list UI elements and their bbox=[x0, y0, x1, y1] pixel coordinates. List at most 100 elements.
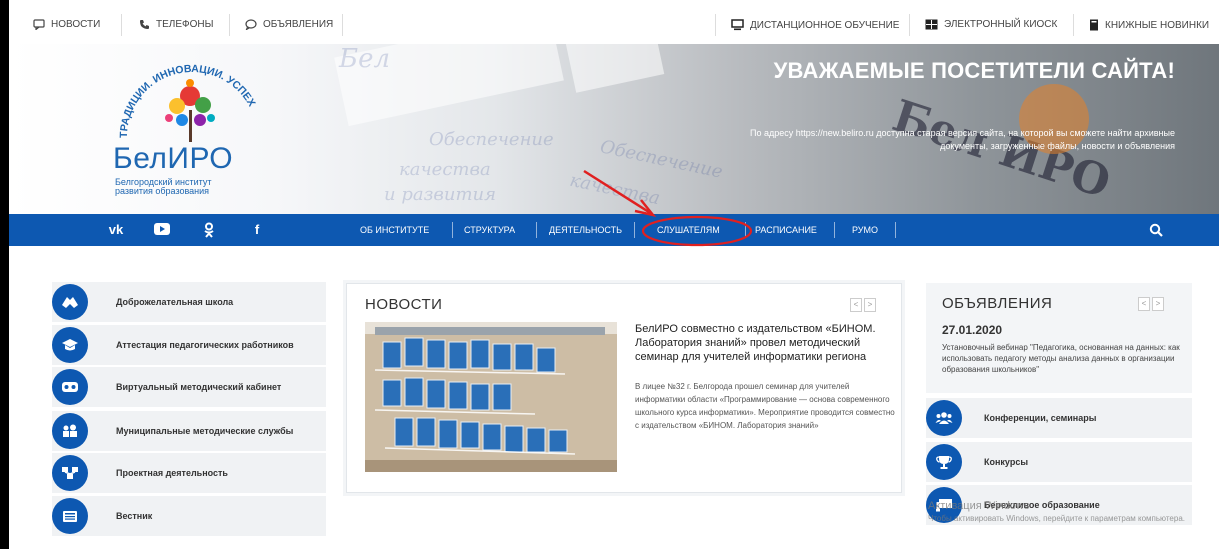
divider bbox=[229, 14, 230, 36]
right-link-contests[interactable]: Конкурсы bbox=[926, 442, 1192, 482]
topbar-distance-learning-link[interactable]: Дистанционное обучение bbox=[731, 19, 899, 31]
page: Новости Телефоны Объявления Дистанционно… bbox=[0, 0, 1219, 549]
odnoklassniki-icon[interactable] bbox=[200, 222, 218, 238]
hero-decoration: качества bbox=[567, 169, 662, 210]
group-icon bbox=[926, 400, 962, 436]
watermark-line2: Чтобы активировать Windows, перейдите к … bbox=[928, 514, 1185, 523]
news-image[interactable] bbox=[365, 322, 617, 472]
news-headline[interactable]: БелИРО совместно с издательством «БИНОМ.… bbox=[635, 322, 897, 364]
windows-activation-watermark: Активация Windows Чтобы активировать Win… bbox=[928, 500, 1198, 524]
announcement-date: 27.01.2020 bbox=[942, 323, 1003, 337]
sidebar-item-label: Муниципальные методические службы bbox=[116, 426, 294, 436]
topbar-distance-learning-label: Дистанционное обучение bbox=[750, 19, 900, 31]
network-icon bbox=[52, 455, 88, 491]
sidebar-item-label: Проектная деятельность bbox=[116, 468, 228, 478]
book-icon bbox=[1090, 19, 1098, 31]
divider bbox=[342, 14, 343, 36]
grid-icon bbox=[925, 19, 938, 30]
speech-icon bbox=[245, 19, 257, 30]
divider bbox=[834, 222, 835, 238]
screen-edge-bar bbox=[0, 0, 9, 549]
topbar-books-link[interactable]: Книжные новинки bbox=[1089, 19, 1209, 31]
sidebar-item-label: Виртуальный методический кабинет bbox=[116, 382, 282, 392]
news-next-button[interactable]: > bbox=[864, 298, 876, 312]
topbar-announcements-label: Объявления bbox=[263, 19, 334, 30]
topbar-books-label: Книжные новинки bbox=[1105, 19, 1210, 31]
topbar-announcements-link[interactable]: Объявления bbox=[245, 19, 333, 30]
hero-banner: Бел Обеспечение качества и развития Обес… bbox=[9, 44, 1219, 214]
logo-subtitle-line2: развития образования bbox=[115, 186, 210, 196]
topbar-phones-label: Телефоны bbox=[156, 19, 214, 30]
monitor-icon bbox=[731, 19, 744, 31]
hero-book-shape bbox=[563, 44, 665, 93]
news-prev-button[interactable]: < bbox=[850, 298, 862, 312]
main-nav: vk f Об институте Структура Деятельность… bbox=[9, 214, 1219, 246]
trophy-icon bbox=[926, 444, 962, 480]
divider bbox=[909, 14, 910, 36]
people-icon bbox=[52, 413, 88, 449]
announcements-pager: < > bbox=[1138, 297, 1164, 311]
right-link-label: Конкурсы bbox=[984, 457, 1029, 467]
vr-glasses-icon bbox=[52, 369, 88, 405]
logo-tree-icon: ТРАДИЦИИ. ИННОВАЦИИ. УСПЕХ bbox=[118, 63, 258, 142]
divider bbox=[452, 222, 453, 238]
announcement-text[interactable]: Установочный вебинар "Педагогика, основа… bbox=[942, 342, 1182, 375]
logo-name: БелИРО bbox=[113, 142, 234, 175]
sidebar-item-attestation[interactable]: Аттестация педагогических работников bbox=[52, 325, 326, 365]
phone-icon bbox=[140, 20, 149, 29]
nav-about[interactable]: Об институте bbox=[360, 225, 429, 235]
hero-title: Уважаемые посетители сайта! bbox=[773, 58, 1175, 83]
topbar-kiosk-link[interactable]: Электронный киоск bbox=[925, 19, 1057, 30]
announcements-prev-button[interactable]: < bbox=[1138, 297, 1150, 311]
nav-rumo[interactable]: РУМО bbox=[852, 225, 878, 235]
news-pager: < > bbox=[850, 298, 876, 312]
sidebar-item-label: Аттестация педагогических работников bbox=[116, 340, 294, 350]
facebook-icon[interactable]: f bbox=[248, 222, 266, 238]
nav-activity[interactable]: Деятельность bbox=[549, 225, 622, 235]
news-title: Новости bbox=[365, 296, 443, 313]
divider bbox=[715, 14, 716, 36]
logo-subtitle: Белгородский институт развития образован… bbox=[115, 178, 275, 196]
nav-listeners[interactable]: Слушателям bbox=[657, 225, 720, 235]
watermark-line1: Активация Windows bbox=[928, 500, 1030, 512]
sidebar-item-municipal-services[interactable]: Муниципальные методические службы bbox=[52, 411, 326, 451]
news-panel: Новости < > bbox=[346, 283, 902, 493]
hero-text: По адресу https://new.beliro.ru доступна… bbox=[750, 128, 1175, 151]
chat-bubble-icon bbox=[33, 19, 45, 30]
news-body: В лицее №32 г. Белгорода прошел семинар … bbox=[635, 382, 895, 430]
announcements-title: Объявления bbox=[942, 295, 1053, 312]
announcements-next-button[interactable]: > bbox=[1152, 297, 1164, 311]
right-link-conferences[interactable]: Конференции, семинары bbox=[926, 398, 1192, 438]
vk-icon[interactable]: vk bbox=[107, 222, 125, 238]
divider bbox=[1073, 14, 1074, 36]
sidebar-item-virtual-cabinet[interactable]: Виртуальный методический кабинет bbox=[52, 367, 326, 407]
handshake-icon bbox=[52, 284, 88, 320]
right-link-label: Конференции, семинары bbox=[984, 413, 1097, 423]
news-photo bbox=[365, 322, 617, 472]
hero-decoration: Обеспечение bbox=[429, 129, 554, 150]
announcements-panel: Объявления < > 27.01.2020 Установочный в… bbox=[926, 283, 1192, 393]
sidebar-item-label: Вестник bbox=[116, 511, 153, 521]
topbar-news-label: Новости bbox=[51, 19, 101, 30]
topbar-phones-link[interactable]: Телефоны bbox=[139, 19, 213, 30]
search-icon[interactable] bbox=[1149, 223, 1163, 237]
sidebar-item-label: Доброжелательная школа bbox=[116, 297, 234, 307]
divider bbox=[895, 222, 896, 238]
sidebar-item-bulletin[interactable]: Вестник bbox=[52, 496, 326, 536]
sidebar-item-friendly-school[interactable]: Доброжелательная школа bbox=[52, 282, 326, 322]
newspaper-icon bbox=[52, 498, 88, 534]
topbar-kiosk-label: Электронный киоск bbox=[944, 19, 1058, 30]
hero-decoration: качества bbox=[399, 159, 491, 180]
graduation-cap-icon bbox=[52, 327, 88, 363]
top-bar: Новости Телефоны Объявления Дистанционно… bbox=[9, 0, 1219, 48]
hero-decoration: Бел bbox=[339, 44, 391, 74]
divider bbox=[634, 222, 635, 238]
divider bbox=[121, 14, 122, 36]
nav-schedule[interactable]: Расписание bbox=[755, 225, 817, 235]
logo[interactable]: ТРАДИЦИИ. ИННОВАЦИИ. УСПЕХ БелИРО Белгор… bbox=[109, 58, 274, 208]
hero-decoration: и развития bbox=[384, 184, 497, 205]
nav-structure[interactable]: Структура bbox=[464, 225, 515, 235]
topbar-news-link[interactable]: Новости bbox=[33, 19, 100, 30]
sidebar-item-projects[interactable]: Проектная деятельность bbox=[52, 453, 326, 493]
youtube-icon[interactable] bbox=[153, 222, 171, 238]
